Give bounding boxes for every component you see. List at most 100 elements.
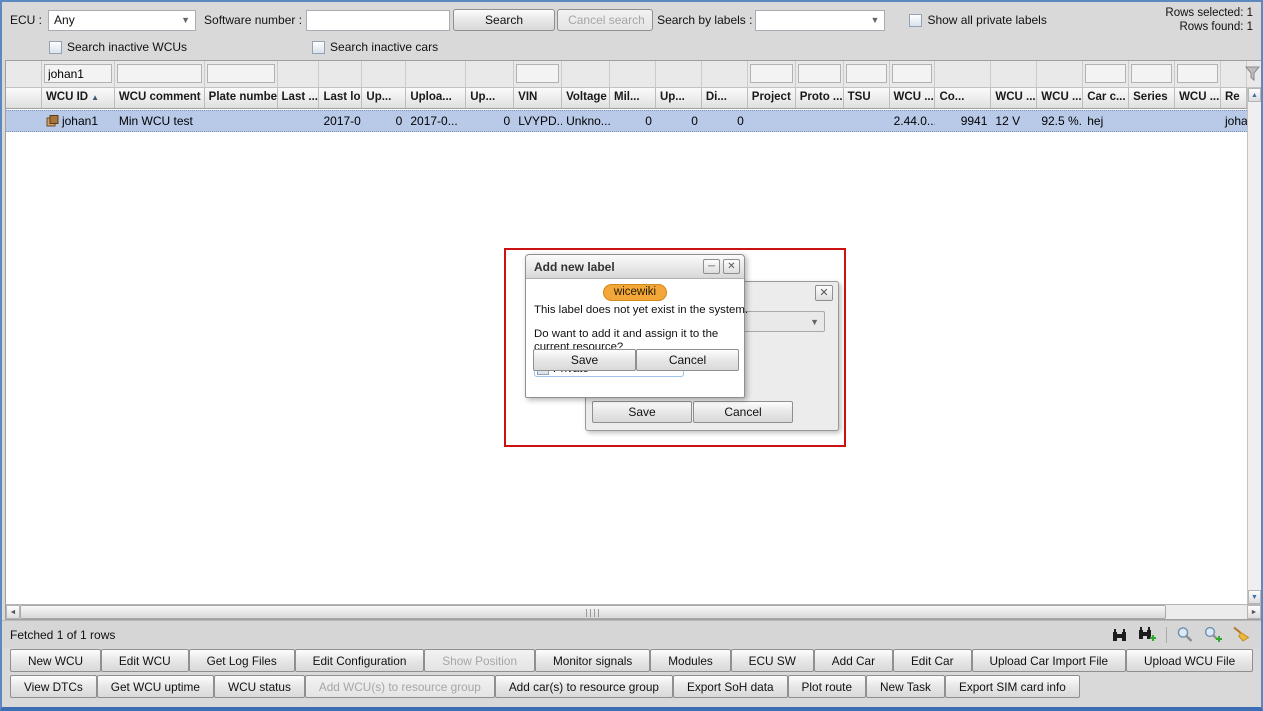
column-header-up[interactable]: Up... [466, 88, 514, 108]
close-icon[interactable]: ✕ [815, 285, 833, 301]
minimize-icon[interactable]: ─ [703, 259, 720, 274]
cancel-button[interactable]: Cancel [636, 349, 739, 371]
search-by-labels-label: Search by labels : [657, 13, 752, 27]
cell-wcu: 92.5 %... [1037, 111, 1083, 131]
ecu-select[interactable]: Any ▼ [48, 10, 196, 31]
search-button[interactable]: Search [453, 9, 555, 31]
scroll-up-icon[interactable]: ▲ [1248, 88, 1261, 102]
column-header-voltage[interactable]: Voltage [562, 88, 610, 108]
filter-input-wcu-comment[interactable] [117, 64, 202, 83]
add-car-s-to-resource-group-button[interactable]: Add car(s) to resource group [495, 675, 673, 698]
column-header-last[interactable]: Last ... [278, 88, 320, 108]
ecu-sw-button[interactable]: ECU SW [731, 649, 814, 672]
filter-input-tsu[interactable] [846, 64, 887, 83]
vertical-scrollbar[interactable]: ▲ ▼ [1247, 88, 1261, 604]
filter-input-project[interactable] [750, 64, 793, 83]
column-header-wcu-id[interactable]: WCU ID▲ [42, 88, 115, 108]
filter-input-wcu[interactable] [892, 64, 933, 83]
filter-input-vin[interactable] [516, 64, 559, 83]
action-row-2: View DTCsGet WCU uptimeWCU statusAdd WCU… [10, 675, 1080, 698]
close-icon[interactable]: ✕ [723, 259, 740, 274]
wcu-status-button[interactable]: WCU status [214, 675, 305, 698]
search-inactive-wcus-label: Search inactive WCUs [67, 40, 187, 54]
column-header-tsu[interactable]: TSU [844, 88, 890, 108]
add-car-button[interactable]: Add Car [814, 649, 893, 672]
view-dtcs-button[interactable]: View DTCs [10, 675, 97, 698]
filter-input-series[interactable] [1131, 64, 1172, 83]
scroll-right-icon[interactable]: ► [1247, 605, 1261, 619]
cell-car-c: hej [1083, 111, 1129, 131]
add-new-label-dialog: Add new label ─ ✕ wicewiki This label do… [525, 254, 745, 398]
grid-header-row: WCU ID▲WCU commentPlate numberLast ...La… [6, 88, 1247, 109]
column-header-vin[interactable]: VIN [514, 88, 562, 108]
column-header-proto[interactable]: Proto ... [796, 88, 844, 108]
software-number-input[interactable] [306, 10, 450, 31]
column-header-wcu[interactable]: WCU ... [1175, 88, 1221, 108]
search-inactive-cars-checkbox[interactable] [312, 41, 325, 54]
cancel-search-button[interactable]: Cancel search [557, 9, 653, 31]
chevron-down-icon: ▼ [810, 317, 819, 327]
column-header-uploa[interactable]: Uploa... [406, 88, 466, 108]
show-position-button[interactable]: Show Position [424, 649, 535, 672]
dialog-titlebar[interactable]: Add new label ─ ✕ [526, 255, 744, 279]
new-task-button[interactable]: New Task [866, 675, 945, 698]
upload-car-import-file-button[interactable]: Upload Car Import File [972, 649, 1127, 672]
add-wcu-s-to-resource-group-button[interactable]: Add WCU(s) to resource group [305, 675, 495, 698]
show-all-private-labels-checkbox[interactable] [909, 14, 922, 27]
filter-funnel-corner[interactable] [1247, 61, 1261, 88]
column-header-up[interactable]: Up... [362, 88, 406, 108]
get-log-files-button[interactable]: Get Log Files [189, 649, 295, 672]
column-header-last-log[interactable]: Last log [319, 88, 362, 108]
cell-co: 9941 [935, 111, 991, 131]
edit-configuration-button[interactable]: Edit Configuration [295, 649, 425, 672]
column-header-di[interactable]: Di... [702, 88, 748, 108]
search-inactive-wcus-checkbox[interactable] [49, 41, 62, 54]
binoculars-add-icon[interactable] [1137, 626, 1157, 643]
column-header-wcu[interactable]: WCU ... [890, 88, 936, 108]
filter-input-proto[interactable] [798, 64, 841, 83]
magnifier-add-icon[interactable] [1203, 626, 1223, 643]
filter-input-car-c[interactable] [1085, 64, 1126, 83]
column-header-wcu-comment[interactable]: WCU comment [115, 88, 205, 108]
edit-wcu-button[interactable]: Edit WCU [101, 649, 189, 672]
save-button[interactable]: Save [592, 401, 692, 423]
cell-series [1129, 111, 1175, 131]
column-header-co[interactable]: Co... [935, 88, 991, 108]
column-header-wcu[interactable]: WCU ... [991, 88, 1037, 108]
new-wcu-button[interactable]: New WCU [10, 649, 101, 672]
column-header-project[interactable]: Project [748, 88, 796, 108]
scroll-left-icon[interactable]: ◄ [6, 605, 20, 619]
binoculars-icon[interactable] [1111, 627, 1128, 643]
monitor-signals-button[interactable]: Monitor signals [535, 649, 650, 672]
export-soh-data-button[interactable]: Export SoH data [673, 675, 788, 698]
column-header-wcu[interactable]: WCU ... [1037, 88, 1083, 108]
column-header-col[interactable] [6, 88, 42, 108]
filter-input-plate-number[interactable] [207, 64, 275, 83]
filter-input-wcu[interactable] [1177, 64, 1218, 83]
column-header-re[interactable]: Re [1221, 88, 1247, 108]
horizontal-scrollbar-thumb[interactable] [20, 605, 1166, 619]
cell-up: 0 [362, 111, 406, 131]
table-row[interactable]: johan1Min WCU test2017-0...02017-0...0LV… [6, 110, 1247, 132]
save-button[interactable]: Save [533, 349, 636, 371]
filter-input-wcu-id[interactable] [44, 64, 112, 83]
column-header-up[interactable]: Up... [656, 88, 702, 108]
plot-route-button[interactable]: Plot route [788, 675, 867, 698]
edit-car-button[interactable]: Edit Car [893, 649, 972, 672]
column-header-car-c[interactable]: Car c... [1083, 88, 1129, 108]
get-wcu-uptime-button[interactable]: Get WCU uptime [97, 675, 214, 698]
search-by-labels-select[interactable]: ▼ [755, 10, 885, 31]
column-header-series[interactable]: Series [1129, 88, 1175, 108]
modules-button[interactable]: Modules [650, 649, 730, 672]
export-sim-card-info-button[interactable]: Export SIM card info [945, 675, 1080, 698]
broom-icon[interactable] [1232, 626, 1251, 643]
upload-wcu-file-button[interactable]: Upload WCU File [1126, 649, 1253, 672]
filter-cell-mil [610, 61, 656, 88]
scroll-down-icon[interactable]: ▼ [1248, 590, 1261, 604]
horizontal-scrollbar[interactable]: ◄ ► [6, 604, 1261, 619]
filter-cell-tsu [844, 61, 890, 88]
magnifier-icon[interactable] [1176, 626, 1194, 643]
column-header-mil[interactable]: Mil... [610, 88, 656, 108]
cancel-button[interactable]: Cancel [693, 401, 793, 423]
column-header-plate-number[interactable]: Plate number [205, 88, 278, 108]
